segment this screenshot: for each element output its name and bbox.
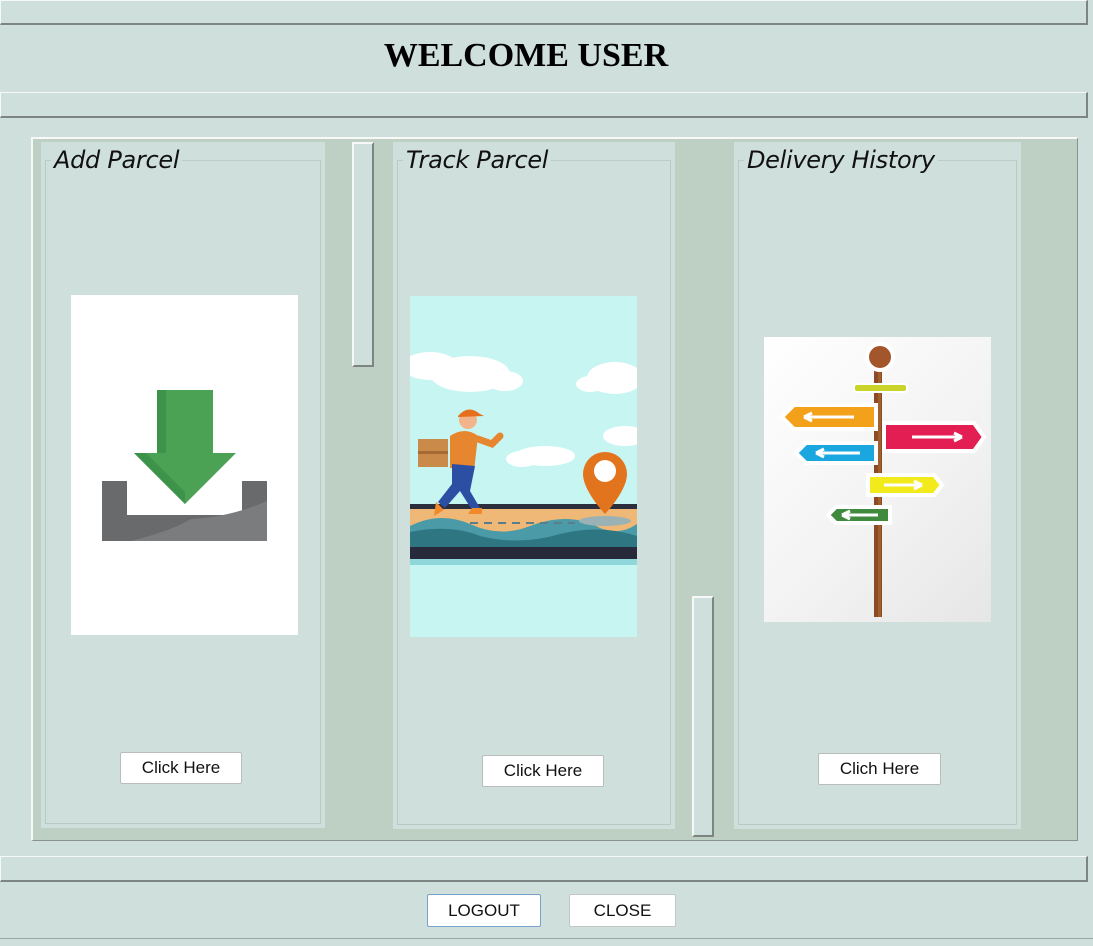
footer-separator [0,856,1088,882]
page-title: WELCOME USER [383,37,669,74]
direction-signpost-illustration [764,337,991,622]
download-tray-icon [71,295,298,635]
delivery-history-title: Delivery History [744,146,938,174]
delivery-history-button[interactable]: Clich Here [818,753,941,785]
add-parcel-title: Add Parcel [51,146,183,174]
vertical-separator-1[interactable] [352,142,374,367]
track-parcel-title: Track Parcel [403,146,552,174]
header-separator [0,92,1088,118]
add-parcel-button[interactable]: Click Here [120,752,242,784]
track-parcel-button[interactable]: Click Here [482,755,604,787]
close-button[interactable]: CLOSE [569,894,676,927]
delivery-runner-map-illustration [410,296,637,637]
top-separator [0,0,1088,25]
logout-button[interactable]: LOGOUT [427,894,541,927]
vertical-separator-2[interactable] [692,596,714,837]
